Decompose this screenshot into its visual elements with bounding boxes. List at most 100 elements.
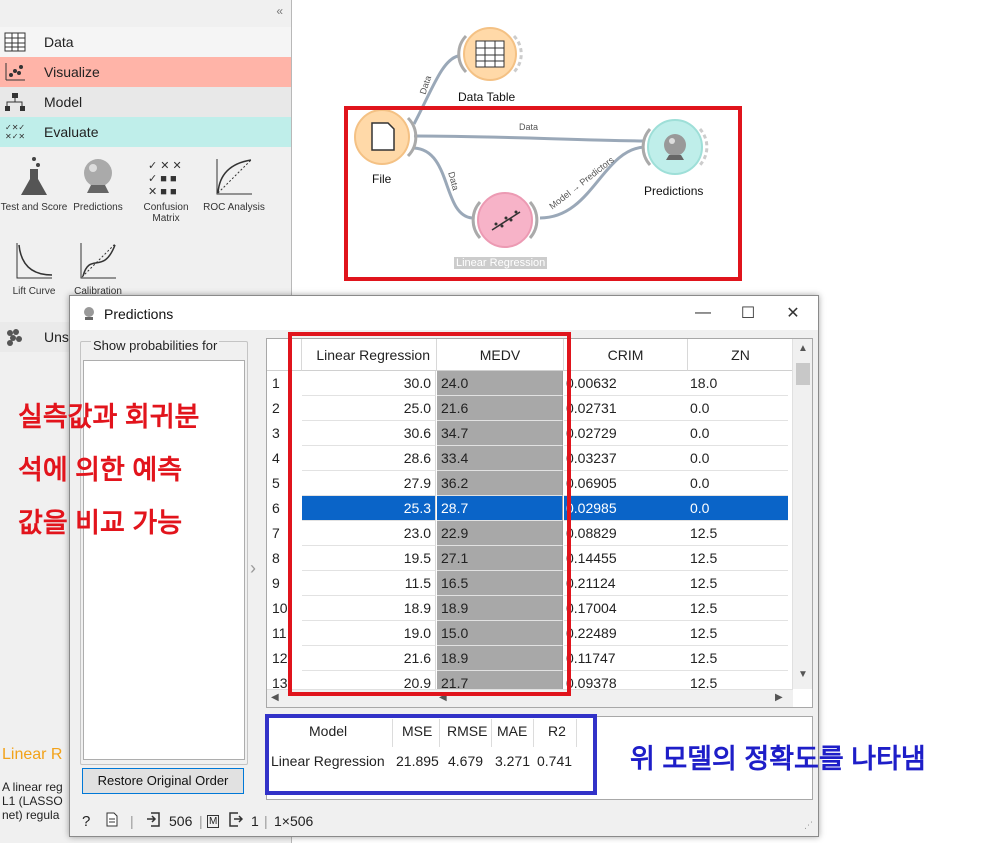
category-model[interactable]: Model xyxy=(0,87,291,117)
workflow-highlight-box xyxy=(344,106,742,281)
status-bar: ? | 506 | M 1 | 1×506 ⋰ xyxy=(70,806,818,836)
matrix-icon: ✓ ✕ ✕ ✓ ■ ■ ✕ ■ ■ xyxy=(132,152,200,202)
cell-crim: 0.22489 xyxy=(564,621,688,646)
crystal-ball-icon xyxy=(64,152,132,202)
splitter-chevron-right-icon[interactable]: › xyxy=(250,558,256,579)
scores-highlight-box xyxy=(265,714,597,795)
widget-label: Confusion Matrix xyxy=(143,202,189,224)
svg-text:✓✕✓: ✓✕✓ xyxy=(5,123,25,132)
calibration-curve-icon xyxy=(64,236,132,286)
annotation-line: 석에 의한 예측 xyxy=(18,455,183,485)
cell-crim: 0.02985 xyxy=(564,496,688,521)
category-data[interactable]: Data xyxy=(0,27,291,57)
widget-label: Predictions xyxy=(73,202,123,213)
cell-zn: 0.0 xyxy=(688,446,788,471)
cell-zn: 0.0 xyxy=(688,471,788,496)
svg-text:✕✓✕: ✕✓✕ xyxy=(5,132,25,141)
cell-crim: 0.11747 xyxy=(564,646,688,671)
widget-label: ROC Analysis xyxy=(203,202,265,213)
annotation-line: 값을 비교 가능 xyxy=(18,508,183,538)
restore-original-order-button[interactable]: Restore Original Order xyxy=(82,768,244,794)
widget-lift-curve[interactable]: Lift Curve xyxy=(0,236,68,297)
lift-curve-icon xyxy=(0,236,68,286)
cell-zn: 0.0 xyxy=(688,421,788,446)
widget-test-and-score[interactable]: Test and Score xyxy=(0,152,68,213)
widget-label: Lift Curve xyxy=(12,286,56,297)
cell-crim: 0.17004 xyxy=(564,596,688,621)
widget-predictions[interactable]: Predictions xyxy=(64,152,132,213)
window-title-bar[interactable]: Predictions — ☐ ✕ xyxy=(70,296,818,330)
cell-zn: 12.5 xyxy=(688,596,788,621)
cell-crim: 0.14455 xyxy=(564,546,688,571)
widget-description-title: Linear R xyxy=(2,746,63,763)
widget-calibration[interactable]: Calibration xyxy=(64,236,132,297)
cell-crim: 0.02731 xyxy=(564,396,688,421)
cell-zn: 12.5 xyxy=(688,646,788,671)
vertical-scrollbar[interactable]: ▲ ▼ xyxy=(792,339,812,689)
cell-zn: 0.0 xyxy=(688,496,788,521)
resize-grip-icon[interactable]: ⋰ xyxy=(804,820,813,831)
cell-zn: 12.5 xyxy=(688,621,788,646)
roc-curve-icon xyxy=(200,152,268,202)
help-icon[interactable]: ? xyxy=(82,813,90,830)
close-button[interactable]: ✕ xyxy=(771,300,815,326)
status-divider: | xyxy=(199,813,203,829)
status-divider: | xyxy=(130,813,134,829)
svg-text:✓ ■ ■: ✓ ■ ■ xyxy=(148,173,177,185)
scroll-up-icon[interactable]: ▲ xyxy=(798,343,808,354)
checklist-icon: ✓✕✓ ✕✓✕ xyxy=(0,117,30,147)
input-icon xyxy=(146,812,160,830)
cell-crim: 0.06905 xyxy=(564,471,688,496)
annotation-accuracy: 위 모델의 정확도를 나타냄 xyxy=(630,744,926,774)
output-count: 1 xyxy=(251,813,259,829)
output-icon xyxy=(229,812,244,830)
column-header-zn[interactable]: ZN xyxy=(688,339,794,371)
annotation-line: 실측값과 회귀분 xyxy=(18,402,200,432)
scroll-down-icon[interactable]: ▼ xyxy=(798,669,808,680)
clusters-icon xyxy=(0,322,30,352)
table-icon xyxy=(0,27,30,57)
svg-text:✕ ■ ■: ✕ ■ ■ xyxy=(148,186,177,197)
cell-crim: 0.08829 xyxy=(564,521,688,546)
report-icon[interactable] xyxy=(106,812,118,830)
widget-confusion-matrix[interactable]: ✓ ✕ ✕ ✓ ■ ■ ✕ ■ ■ Confusion Matrix xyxy=(132,152,200,224)
category-label: Visualize xyxy=(44,64,100,80)
minimize-button[interactable]: — xyxy=(681,300,725,326)
category-label: Uns xyxy=(44,329,69,345)
cell-crim: 0.21124 xyxy=(564,571,688,596)
category-label: Evaluate xyxy=(44,124,99,140)
scroll-left-icon[interactable]: ◀ xyxy=(271,692,279,703)
cell-crim: 0.00632 xyxy=(564,371,688,396)
cell-crim: 0.02729 xyxy=(564,421,688,446)
node-data-table xyxy=(457,27,523,81)
column-header-crim[interactable]: CRIM xyxy=(564,339,688,371)
widget-description-text: A linear reg L1 (LASSO net) regula xyxy=(2,780,63,822)
scrollbar-thumb[interactable] xyxy=(796,363,810,385)
data-shape: 1×506 xyxy=(274,813,314,829)
tree-icon xyxy=(0,87,30,117)
comparison-highlight-box xyxy=(288,332,571,696)
node-label-data-table: Data Table xyxy=(458,90,516,104)
collapse-toolbox-icon[interactable]: « xyxy=(276,4,283,18)
widget-roc-analysis[interactable]: ROC Analysis xyxy=(200,152,268,213)
scroll-right-icon[interactable]: ▶ xyxy=(775,692,783,703)
cell-zn: 0.0 xyxy=(688,396,788,421)
cell-zn: 18.0 xyxy=(688,371,788,396)
input-count: 506 xyxy=(169,813,193,829)
cell-zn: 12.5 xyxy=(688,571,788,596)
model-badge-icon: M xyxy=(207,814,220,828)
crystal-ball-icon xyxy=(82,306,96,323)
cell-zn: 12.5 xyxy=(688,546,788,571)
widget-label: Test and Score xyxy=(0,202,68,213)
category-label: Model xyxy=(44,94,83,110)
category-visualize[interactable]: Visualize xyxy=(0,57,291,87)
cell-zn: 12.5 xyxy=(688,521,788,546)
annotation-comparison: 실측값과 회귀분 석에 의한 예측 값을 비교 가능 xyxy=(18,391,268,550)
maximize-button[interactable]: ☐ xyxy=(726,300,770,326)
group-title: Show probabilities for xyxy=(91,338,220,353)
window-title: Predictions xyxy=(104,306,174,322)
status-divider: | xyxy=(264,813,268,829)
svg-text:✓ ✕ ✕: ✓ ✕ ✕ xyxy=(148,160,182,172)
category-evaluate[interactable]: ✓✕✓ ✕✓✕ Evaluate xyxy=(0,117,291,147)
scatter-icon xyxy=(0,57,30,87)
